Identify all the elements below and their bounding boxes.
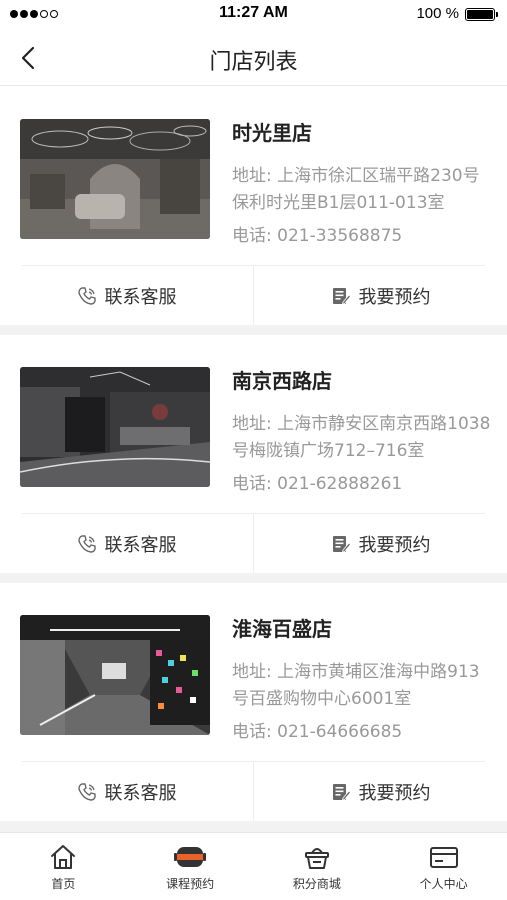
tab-course-booking[interactable]: 课程预约 — [127, 833, 254, 900]
store-photo — [20, 119, 210, 239]
tab-course-booking-label: 课程预约 — [166, 877, 215, 891]
shopping-basket-icon — [304, 848, 329, 869]
book-label: 我要预约 — [358, 286, 431, 308]
vr-headset-icon — [174, 847, 207, 867]
contact-service-button[interactable]: 联系客服 — [0, 514, 253, 573]
contact-service-label: 联系客服 — [104, 534, 177, 556]
book-label: 我要预约 — [358, 782, 431, 804]
store-photo — [20, 615, 210, 735]
phone-icon — [77, 782, 96, 801]
home-icon — [51, 845, 76, 869]
store-address: 地址: 上海市徐汇区瑞平路230号保利时光里B1层011-013室 — [232, 166, 480, 213]
store-phone[interactable]: 电话: 021-62888261 — [232, 469, 402, 494]
edit-note-icon — [332, 535, 351, 553]
tab-points-mall-label: 积分商城 — [292, 877, 341, 891]
contact-service-label: 联系客服 — [104, 782, 177, 804]
phone-icon — [77, 286, 96, 305]
store-phone[interactable]: 电话: 021-64666685 — [232, 717, 402, 742]
store-card[interactable]: 时光里店 地址: 上海市徐汇区瑞平路230号保利时光里B1层011-013室 电… — [0, 87, 507, 325]
store-name: 淮海百盛店 — [232, 617, 332, 641]
tab-bar: 首页 课程预约 积分商城 个人中心 — [0, 832, 507, 900]
book-label: 我要预约 — [358, 534, 431, 556]
contact-service-button[interactable]: 联系客服 — [0, 266, 253, 325]
store-photo — [20, 367, 210, 487]
tab-personal-center-label: 个人中心 — [419, 877, 468, 891]
battery-icon — [465, 8, 498, 21]
tab-home[interactable]: 首页 — [0, 833, 127, 900]
store-name: 时光里店 — [232, 121, 312, 145]
store-card[interactable]: 淮海百盛店 地址: 上海市黄埔区淮海中路913号百盛购物中心6001室 电话: … — [0, 583, 507, 821]
edit-note-icon — [332, 783, 351, 801]
book-button[interactable]: 我要预约 — [254, 762, 507, 821]
page-title: 门店列表 — [209, 50, 298, 75]
store-address: 地址: 上海市静安区南京西路1038号梅陇镇广场712–716室 — [232, 414, 491, 461]
contact-service-label: 联系客服 — [104, 286, 177, 308]
battery-percent: 100 % — [416, 5, 459, 22]
tab-points-mall[interactable]: 积分商城 — [254, 833, 381, 900]
store-address: 地址: 上海市黄埔区淮海中路913号百盛购物中心6001室 — [232, 662, 480, 709]
store-card[interactable]: 南京西路店 地址: 上海市静安区南京西路1038号梅陇镇广场712–716室 电… — [0, 335, 507, 573]
store-name: 南京西路店 — [232, 369, 332, 393]
contact-service-button[interactable]: 联系客服 — [0, 762, 253, 821]
nav-bar: 门店列表 — [0, 30, 507, 86]
tab-home-label: 首页 — [51, 877, 76, 891]
edit-note-icon — [332, 287, 351, 305]
status-bar: 11:27 AM 100 % — [0, 0, 507, 30]
book-button[interactable]: 我要预约 — [254, 266, 507, 325]
store-phone[interactable]: 电话: 021-33568875 — [232, 221, 402, 246]
card-icon — [429, 847, 458, 868]
store-list: 时光里店 地址: 上海市徐汇区瑞平路230号保利时光里B1层011-013室 电… — [0, 87, 507, 832]
book-button[interactable]: 我要预约 — [254, 514, 507, 573]
tab-personal-center[interactable]: 个人中心 — [380, 833, 507, 900]
phone-icon — [77, 534, 96, 553]
